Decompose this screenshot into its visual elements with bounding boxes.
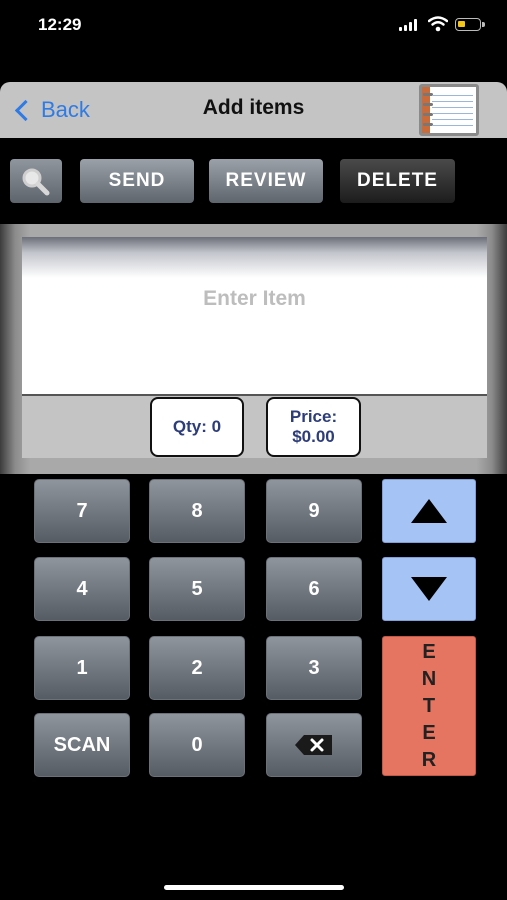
backspace-button[interactable] [266, 713, 362, 777]
status-bar: 12:29 [0, 0, 507, 52]
status-time: 12:29 [38, 15, 82, 34]
arrow-down-button[interactable] [382, 557, 476, 621]
send-button[interactable]: SEND [80, 159, 194, 203]
key-2[interactable]: 2 [149, 636, 245, 700]
key-3[interactable]: 3 [266, 636, 362, 700]
enter-letter: E [422, 640, 436, 663]
cellular-signal-icon [399, 19, 419, 31]
key-5[interactable]: 5 [149, 557, 245, 621]
delete-button[interactable]: DELETE [340, 159, 455, 203]
search-button[interactable] [10, 159, 62, 203]
enter-letter: E [422, 721, 436, 744]
review-button[interactable]: REVIEW [209, 159, 323, 203]
arrow-up-button[interactable] [382, 479, 476, 543]
battery-icon [455, 18, 485, 31]
enter-letter: T [422, 694, 436, 717]
quantity-label: Qty: 0 [172, 417, 222, 436]
key-9[interactable]: 9 [266, 479, 362, 543]
scan-button[interactable]: SCAN [34, 713, 130, 777]
price-value: $0.00 [292, 427, 335, 446]
price-button[interactable]: Price: $0.00 [266, 397, 361, 457]
key-1[interactable]: 1 [34, 636, 130, 700]
wifi-icon [428, 16, 448, 32]
quantity-button[interactable]: Qty: 0 [150, 397, 244, 457]
item-entry-placeholder: Enter Item [203, 287, 306, 310]
key-4[interactable]: 4 [34, 557, 130, 621]
key-6[interactable]: 6 [266, 557, 362, 621]
price-label: Price: [289, 407, 338, 426]
home-indicator[interactable] [164, 885, 344, 890]
key-8[interactable]: 8 [149, 479, 245, 543]
key-7[interactable]: 7 [34, 479, 130, 543]
key-0[interactable]: 0 [149, 713, 245, 777]
arrow-up-icon [411, 499, 447, 523]
backspace-icon [295, 735, 332, 755]
enter-button[interactable]: E N T E R [382, 636, 476, 776]
arrow-down-icon [411, 577, 447, 601]
enter-letter: N [421, 667, 437, 690]
entry-footer [22, 394, 487, 458]
search-icon [22, 168, 50, 196]
notebook-icon[interactable] [419, 84, 479, 136]
item-entry-field[interactable]: Enter Item [22, 237, 487, 394]
enter-letter: R [421, 748, 437, 771]
